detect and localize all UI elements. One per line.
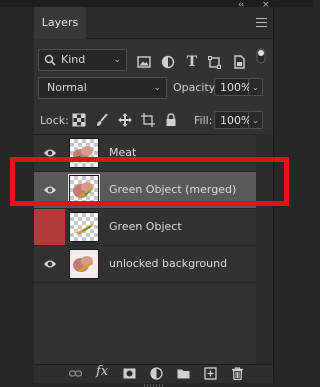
lock-position-icon[interactable] bbox=[118, 113, 132, 127]
layer-row-green-object[interactable]: Green Object bbox=[34, 209, 256, 246]
visibility-toggle[interactable] bbox=[34, 209, 65, 245]
green-object-thumbnail-image bbox=[76, 224, 93, 235]
delete-layer-icon[interactable] bbox=[231, 367, 244, 380]
layer-name: Green Object bbox=[109, 220, 182, 233]
blend-mode-dropdown[interactable]: Normal ⌄ bbox=[38, 77, 167, 99]
new-layer-icon[interactable] bbox=[204, 367, 217, 380]
lock-label: Lock: bbox=[40, 114, 69, 127]
fill-label: Fill: bbox=[194, 114, 213, 127]
adjustment-layer-icon[interactable] bbox=[150, 367, 163, 380]
image-filter-icon[interactable] bbox=[136, 54, 152, 70]
highlight-annotation-box bbox=[10, 157, 289, 206]
tab-layers[interactable]: Layers bbox=[34, 7, 86, 39]
fill-input[interactable]: 100% bbox=[214, 111, 251, 129]
eye-icon bbox=[44, 260, 56, 268]
smart-object-filter-icon[interactable] bbox=[231, 54, 247, 70]
hamburger-menu-icon[interactable] bbox=[256, 18, 267, 27]
fx-icon[interactable]: fx bbox=[96, 364, 109, 379]
kind-filter-label: Kind bbox=[61, 53, 86, 66]
layer-row-unlocked-background[interactable]: unlocked background bbox=[34, 246, 256, 283]
visibility-toggle[interactable] bbox=[34, 246, 65, 282]
lock-transparent-pixels-icon[interactable] bbox=[72, 113, 86, 127]
blend-mode-value: Normal bbox=[47, 81, 87, 94]
chevron-down-icon: ⌄ bbox=[113, 55, 121, 65]
shape-filter-icon[interactable] bbox=[207, 54, 223, 70]
filter-toggle-switch[interactable] bbox=[256, 48, 266, 64]
opacity-input[interactable]: 100% bbox=[214, 78, 251, 96]
lock-image-pixels-icon[interactable] bbox=[95, 113, 109, 127]
type-filter-icon[interactable]: T bbox=[184, 54, 200, 70]
background-thumbnail-image bbox=[70, 250, 98, 278]
lock-artboard-icon[interactable] bbox=[141, 113, 155, 127]
layer-name: unlocked background bbox=[109, 257, 228, 270]
add-mask-icon[interactable] bbox=[123, 367, 136, 380]
chevron-down-icon: ⌄ bbox=[153, 83, 161, 93]
new-group-icon[interactable] bbox=[177, 367, 190, 380]
layer-thumbnail bbox=[69, 249, 99, 279]
kind-filter-dropdown[interactable]: Kind ⌄ bbox=[38, 49, 127, 71]
opacity-label: Opacity: bbox=[173, 81, 219, 94]
adjustment-filter-icon[interactable] bbox=[160, 54, 176, 70]
search-icon bbox=[44, 54, 56, 66]
opacity-dropdown-button[interactable]: ⌄ bbox=[249, 78, 263, 96]
fill-dropdown-button[interactable]: ⌄ bbox=[249, 111, 263, 129]
lock-all-icon[interactable] bbox=[164, 113, 178, 127]
layer-thumbnail bbox=[69, 212, 99, 242]
link-layers-icon[interactable] bbox=[69, 367, 82, 380]
